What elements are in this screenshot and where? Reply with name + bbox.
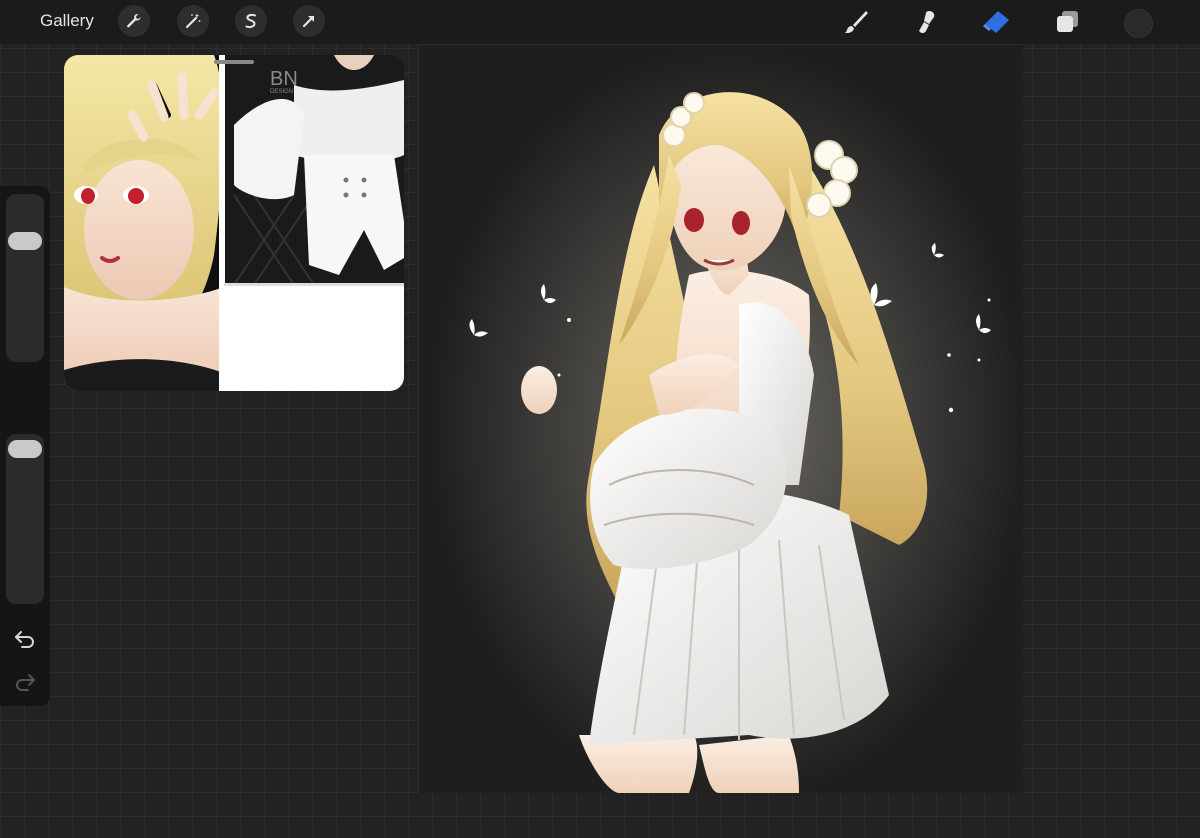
canvas-illustration bbox=[419, 45, 1029, 805]
smudge-icon bbox=[919, 11, 935, 34]
svg-text:DESIGN: DESIGN bbox=[270, 89, 293, 95]
brush-size-slider[interactable] bbox=[6, 194, 44, 362]
color-picker[interactable] bbox=[1124, 9, 1153, 38]
selection-button[interactable] bbox=[235, 5, 267, 37]
brush-icon bbox=[844, 11, 868, 34]
selection-icon bbox=[245, 13, 256, 29]
reference-image bbox=[64, 55, 404, 391]
eraser-tool[interactable] bbox=[980, 6, 1012, 38]
transform-button[interactable] bbox=[293, 5, 325, 37]
brush-size-thumb[interactable] bbox=[8, 232, 42, 250]
smudge-tool[interactable] bbox=[910, 6, 942, 38]
brush-tool[interactable] bbox=[840, 6, 872, 38]
magic-wand-icon bbox=[185, 13, 201, 29]
actions-button[interactable] bbox=[118, 5, 150, 37]
undo-icon[interactable] bbox=[13, 627, 37, 651]
reference-drag-handle[interactable] bbox=[214, 60, 254, 64]
reference-window[interactable]: BN DESIGN bbox=[64, 55, 404, 391]
wrench-icon bbox=[127, 14, 141, 28]
drawing-canvas[interactable] bbox=[418, 44, 1029, 805]
redo-icon[interactable] bbox=[13, 670, 37, 694]
adjustments-button[interactable] bbox=[177, 5, 209, 37]
transform-arrow-icon bbox=[302, 15, 315, 28]
opacity-slider[interactable] bbox=[6, 434, 44, 604]
top-toolbar: Gallery bbox=[0, 0, 1200, 44]
layers-icon bbox=[1057, 11, 1078, 32]
layers-button[interactable] bbox=[1052, 6, 1084, 38]
left-sidebar bbox=[0, 186, 50, 706]
svg-text:BN: BN bbox=[270, 68, 298, 90]
gallery-button[interactable]: Gallery bbox=[40, 11, 94, 31]
eraser-icon bbox=[983, 11, 1009, 33]
opacity-thumb[interactable] bbox=[8, 440, 42, 458]
bn-design-logo: BN DESIGN bbox=[268, 65, 308, 100]
